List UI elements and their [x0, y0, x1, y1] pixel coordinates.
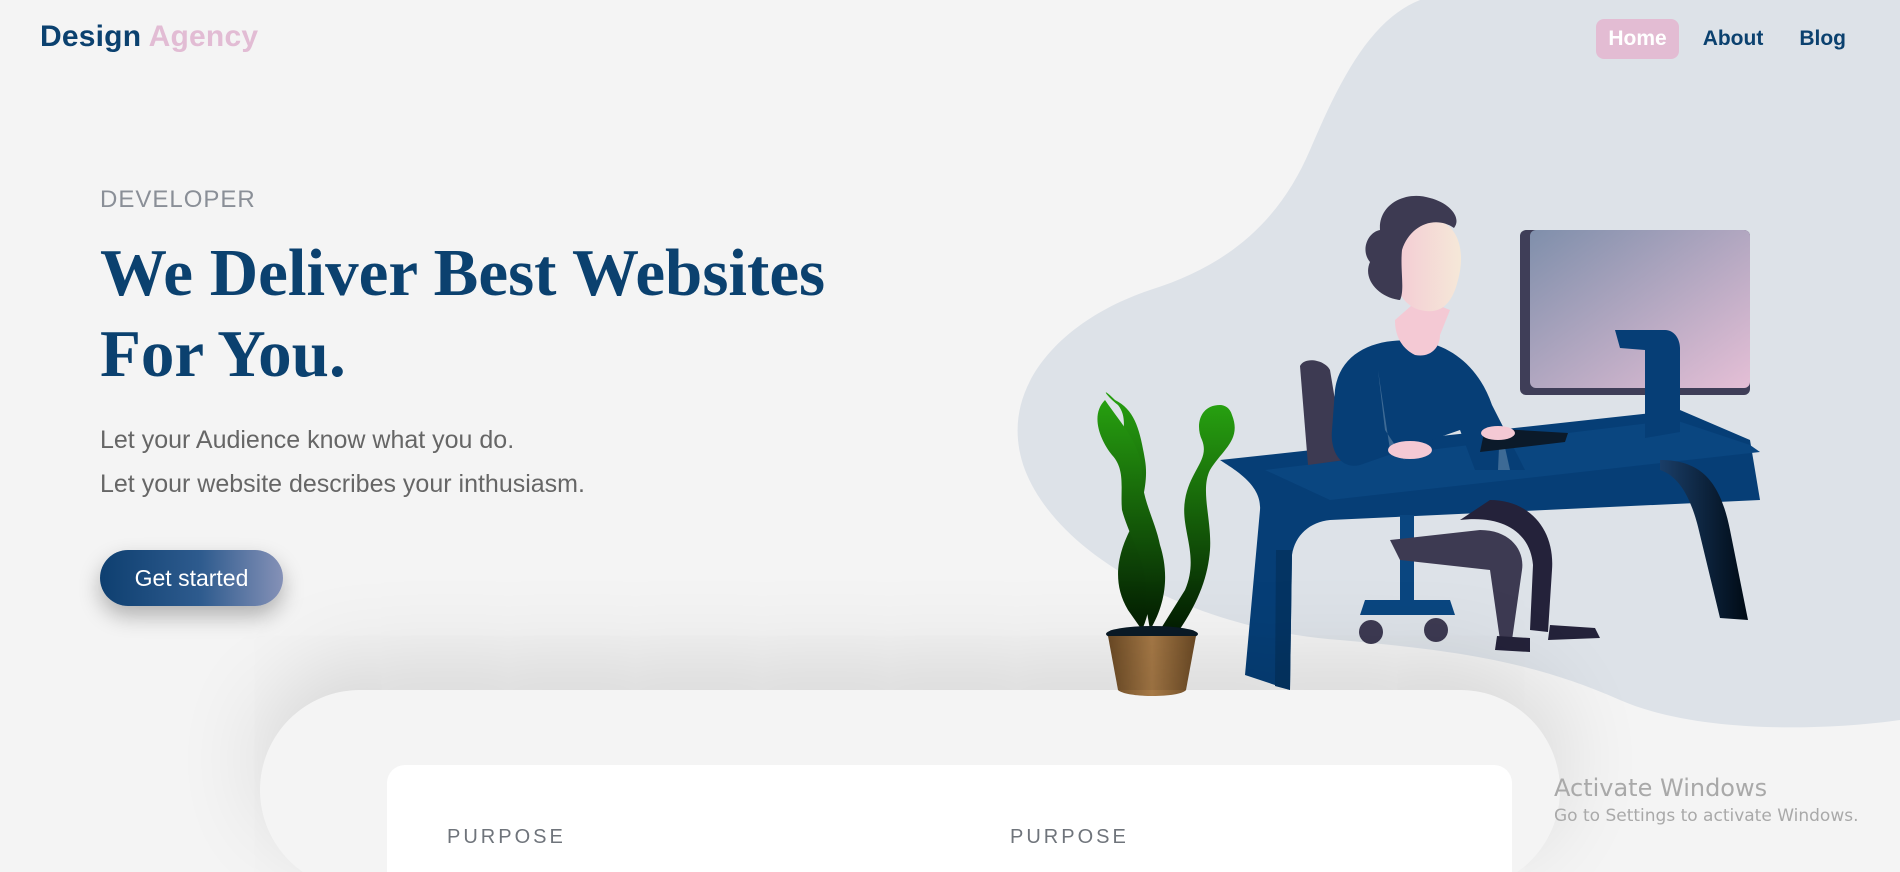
plant-icon — [1097, 392, 1235, 696]
hero-headline: We Deliver Best Websites For You. — [100, 233, 900, 395]
logo-accent-text: Agency — [148, 20, 259, 53]
logo-primary-text: Design — [40, 20, 142, 53]
watermark-subtitle: Go to Settings to activate Windows. — [1554, 806, 1859, 826]
hero-subtext: Let your Audience know what you do. Let … — [100, 418, 585, 506]
person-at-desk-illustration — [1097, 195, 1760, 696]
hero-subtext-line1: Let your Audience know what you do. — [100, 426, 515, 454]
hero-headline-line2: For You. — [100, 317, 346, 391]
brand-logo[interactable]: Design Agency — [40, 20, 258, 54]
activate-windows-watermark: Activate Windows Go to Settings to activ… — [1554, 774, 1859, 826]
nav-blog-link[interactable]: Blog — [1787, 19, 1858, 59]
get-started-button[interactable]: Get started — [100, 550, 283, 606]
feature-label-2: PURPOSE — [1010, 826, 1129, 848]
nav-about-link[interactable]: About — [1691, 19, 1776, 59]
hero-subtext-line2: Let your website describes your inthusia… — [100, 470, 585, 498]
hero-headline-line1: We Deliver Best Websites — [100, 236, 826, 310]
landing-page: Design Agency Home About Blog DEVELOPER … — [0, 0, 1900, 872]
watermark-title: Activate Windows — [1554, 774, 1768, 802]
features-card — [387, 765, 1512, 872]
main-nav: Home About Blog — [1596, 19, 1858, 59]
monitor-icon — [1520, 230, 1750, 438]
nav-home-link[interactable]: Home — [1596, 19, 1679, 59]
feature-label-1: PURPOSE — [447, 826, 566, 848]
hero-eyebrow: DEVELOPER — [100, 186, 256, 213]
